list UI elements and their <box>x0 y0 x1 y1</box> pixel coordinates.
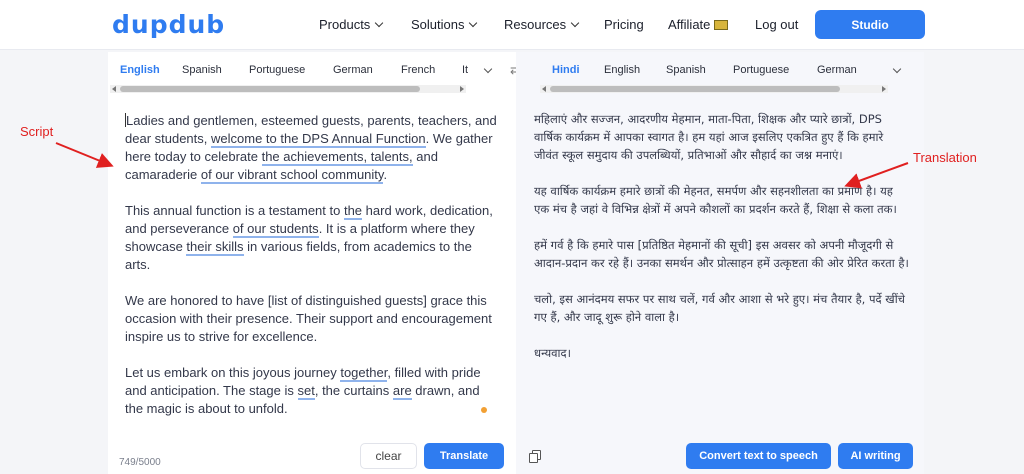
tab-source-german[interactable]: German <box>333 64 373 76</box>
scroll-left-icon[interactable] <box>542 86 546 92</box>
clear-button[interactable]: clear <box>360 443 417 469</box>
script-arrow <box>55 142 114 168</box>
translation-paragraph-1: महिलाएं और सज्जन, आदरणीय मेहमान, माता-पि… <box>534 112 884 162</box>
ai-writing-button[interactable]: AI writing <box>838 443 913 469</box>
script-paragraph-2: This annual function is a testament to t… <box>125 203 493 272</box>
translation-panel: Hindi English Spanish Portuguese German … <box>516 52 924 474</box>
character-counter: 749/5000 <box>119 457 161 468</box>
script-paragraph-3: We are honored to have [list of distingu… <box>125 293 492 344</box>
tab-source-italian[interactable]: It <box>462 64 468 76</box>
nav-products[interactable]: Products <box>319 17 384 32</box>
script-panel: English Spanish Portuguese German French… <box>108 52 516 474</box>
translation-annotation-label: Translation <box>913 150 977 165</box>
money-icon <box>714 20 729 30</box>
target-language-tabs: Hindi English Spanish Portuguese German <box>516 52 924 84</box>
nav-products-label: Products <box>319 17 371 32</box>
scroll-left-icon[interactable] <box>112 86 116 92</box>
nav-solutions-label: Solutions <box>411 17 465 32</box>
translate-button[interactable]: Translate <box>424 443 504 469</box>
translation-output[interactable]: महिलाएं और सज्जन, आदरणीय मेहमान, माता-पि… <box>534 110 909 380</box>
nav-pricing[interactable]: Pricing <box>604 17 644 32</box>
copy-icon[interactable] <box>529 450 541 463</box>
tab-target-spanish[interactable]: Spanish <box>666 64 706 76</box>
nav-solutions[interactable]: Solutions <box>411 17 478 32</box>
script-paragraph-4: Let us embark on this joyous journey tog… <box>125 365 481 416</box>
nav-pricing-label: Pricing <box>604 17 644 32</box>
nav-affiliate[interactable]: Affiliate <box>668 17 729 32</box>
chevron-down-icon[interactable] <box>483 64 493 74</box>
script-annotation-label: Script <box>20 124 54 139</box>
nav-resources-label: Resources <box>504 17 567 32</box>
nav-resources[interactable]: Resources <box>504 17 580 32</box>
script-paragraph-1: Ladies and gentlemen, esteemed guests, p… <box>125 113 497 184</box>
tab-source-spanish[interactable]: Spanish <box>182 64 222 76</box>
tab-source-english[interactable]: English <box>120 64 160 76</box>
tab-target-english[interactable]: English <box>604 64 640 76</box>
scrollbar-thumb[interactable] <box>550 86 840 92</box>
translation-paragraph-4: चलो, इस आनंदमय सफर पर साथ चलें, गर्व और … <box>534 292 905 324</box>
logo-text: dupdub <box>112 10 226 39</box>
source-language-tabs: English Spanish Portuguese German French… <box>108 52 516 84</box>
scroll-right-icon[interactable] <box>882 86 886 92</box>
nav-logout[interactable]: Log out <box>755 17 798 32</box>
target-tabs-scrollbar[interactable] <box>540 85 888 93</box>
tab-target-portuguese[interactable]: Portuguese <box>733 64 789 76</box>
app-root: dupdub Products Solutions Resources Pric… <box>0 0 1024 474</box>
nav-affiliate-label: Affiliate <box>668 17 711 32</box>
chevron-down-icon[interactable] <box>892 64 902 74</box>
source-tabs-scrollbar[interactable] <box>110 85 466 93</box>
chevron-down-icon <box>469 18 478 28</box>
tab-source-french[interactable]: French <box>401 64 435 76</box>
nav-logout-label: Log out <box>755 17 799 32</box>
chevron-down-icon <box>570 18 580 28</box>
translation-paragraph-3: हमें गर्व है कि हमारे पास [प्रतिष्ठित मे… <box>534 238 909 270</box>
translation-paragraph-5: धन्यवाद। <box>534 346 571 360</box>
script-textarea[interactable]: Ladies and gentlemen, esteemed guests, p… <box>125 112 497 436</box>
tab-source-portuguese[interactable]: Portuguese <box>249 64 305 76</box>
scrollbar-thumb[interactable] <box>120 86 420 92</box>
chevron-down-icon <box>375 18 384 28</box>
tab-target-hindi[interactable]: Hindi <box>552 64 580 76</box>
convert-to-speech-button[interactable]: Convert text to speech <box>686 443 831 469</box>
studio-button[interactable]: Studio <box>815 10 925 39</box>
scroll-right-icon[interactable] <box>460 86 464 92</box>
tab-target-german[interactable]: German <box>817 64 857 76</box>
top-navbar: dupdub Products Solutions Resources Pric… <box>0 0 1024 50</box>
grammar-indicator-dot <box>481 407 487 413</box>
translation-paragraph-2: यह वार्षिक कार्यक्रम हमारे छात्रों की मे… <box>534 184 897 216</box>
dupdub-logo[interactable]: dupdub <box>112 10 225 39</box>
